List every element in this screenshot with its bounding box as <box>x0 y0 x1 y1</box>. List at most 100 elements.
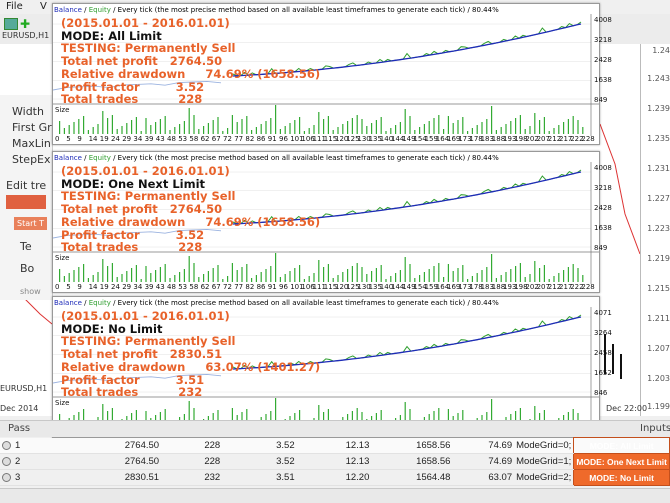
inputs-column-header[interactable]: Inputs <box>640 423 670 434</box>
cell-trades: 232 <box>161 469 223 486</box>
volume-bar <box>399 122 401 134</box>
bg-red-button[interactable] <box>6 195 46 209</box>
volume-bar <box>159 267 161 282</box>
volume-bar <box>481 122 483 134</box>
volume-bar <box>222 279 224 282</box>
x-tick-label: 91 <box>267 135 277 143</box>
summary-drawdown: Relative drawdown 74.69% (1658.56) <box>61 66 321 81</box>
y-tick-label: 2428 <box>594 204 612 212</box>
test-summary: (2015.01.01 - 2016.01.01) MODE: All Limit… <box>61 17 320 106</box>
table-row[interactable]: 2 2764.50 228 3.52 12.13 1658.56 74.69 ModeGrid… <box>0 453 670 470</box>
volume-bar <box>563 122 565 134</box>
volume-bar <box>174 275 176 282</box>
volume-bar <box>539 268 541 282</box>
volume-bar <box>135 117 137 134</box>
volume-bar <box>251 130 253 134</box>
bg-label[interactable]: Bo <box>20 262 34 275</box>
volume-bar <box>198 129 200 134</box>
pass-column-header[interactable]: Pass <box>8 423 30 434</box>
volume-bar <box>582 127 584 134</box>
table-row[interactable]: 1 2764.50 228 3.52 12.13 1658.56 74.69 ModeGrid… <box>0 437 670 454</box>
y-tick-label: 4008 <box>594 164 612 172</box>
volume-bar <box>294 120 296 134</box>
test-summary: (2015.01.01 - 2016.01.01) MODE: One Next … <box>61 165 320 254</box>
menu-file[interactable]: File <box>6 1 23 12</box>
results-table: 1 2764.50 228 3.52 12.13 1658.56 74.69 ModeGrid… <box>0 437 670 486</box>
volume-bar <box>481 270 483 282</box>
menu-view[interactable]: V <box>40 1 47 12</box>
volume-bar <box>145 266 147 282</box>
bottom-chart-tab[interactable]: EURUSD,H1 <box>0 384 47 393</box>
x-tick-label: 43 <box>155 135 165 143</box>
volume-bar <box>270 266 272 282</box>
volume-bar <box>572 116 574 134</box>
volume-bar <box>164 264 166 282</box>
volume-bar <box>183 269 185 282</box>
cell-pf: 3.51 <box>222 469 297 486</box>
volume-bar <box>351 266 353 282</box>
volume-bar <box>529 126 531 134</box>
volume-bar <box>351 118 353 134</box>
volume-bar <box>323 267 325 282</box>
mode-button[interactable]: MODE: All Limit <box>573 437 670 454</box>
add-icon[interactable]: ✚ <box>20 17 30 31</box>
size-label: Size <box>55 254 70 262</box>
summary-net-profit: Total net profit 2764.50 <box>61 202 223 217</box>
volume-bar <box>332 130 334 134</box>
x-tick-label: 72 <box>223 283 232 291</box>
new-chart-icon[interactable] <box>4 18 18 30</box>
x-tick-label: 96 <box>279 135 288 143</box>
volume-bar <box>327 264 329 282</box>
volume-bar <box>102 259 104 282</box>
y-tick-label: 1638 <box>594 76 612 84</box>
mode-button[interactable]: MODE: One Next Limit <box>573 453 670 470</box>
x-tick-label: 62 <box>200 135 210 143</box>
volume-bar <box>255 275 257 282</box>
volume-bar <box>356 263 358 282</box>
volume-bar <box>471 128 473 134</box>
cell-payoff: 12.20 <box>296 469 372 486</box>
volume-bar <box>438 263 440 282</box>
volume-bar <box>404 109 406 134</box>
x-tick-label: 19 <box>99 135 109 143</box>
x-tick-label: 86 <box>256 283 266 291</box>
cell-dd-abs: 1658.56 <box>371 453 453 470</box>
pass-number: 3 <box>15 472 21 483</box>
volume-bar <box>491 106 493 134</box>
report-panel: Balance / Equity / Every tick (the most … <box>52 296 612 438</box>
mode-button[interactable]: MODE: No Limit <box>573 469 670 486</box>
symbol-tab[interactable]: EURUSD,H1 <box>2 31 49 40</box>
volume-bar <box>323 119 325 134</box>
report-panel: Balance / Equity / Every tick (the most … <box>52 3 612 145</box>
bg-label[interactable]: Edit tre <box>6 179 46 192</box>
pass-number: 1 <box>15 439 21 451</box>
test-summary: (2015.01.01 - 2016.01.01) MODE: No Limit T… <box>61 310 320 399</box>
x-tick-label: 14 <box>88 135 98 143</box>
volume-bar <box>543 265 545 282</box>
price-tick: 1.227 <box>647 194 670 203</box>
bg-label[interactable]: show <box>20 287 41 296</box>
y-tick-label: 3218 <box>594 184 612 192</box>
input-cell: ModeGrid=2; <box>514 469 574 486</box>
volume-bar <box>203 126 205 134</box>
background-candle <box>620 354 622 379</box>
table-row[interactable]: 3 2830.51 232 3.51 12.20 1564.48 63.07 ModeGrid… <box>0 469 670 486</box>
y-tick-label: 4008 <box>594 16 612 24</box>
price-tick: 1.243 <box>647 74 670 83</box>
cell-pf: 3.52 <box>222 437 297 454</box>
x-tick-label: 82 <box>245 283 255 291</box>
volume-bar <box>337 127 339 134</box>
x-tick-label: 9 <box>77 135 82 143</box>
volume-bar <box>111 263 113 282</box>
x-tick-label: 72 <box>223 135 232 143</box>
bg-start-button[interactable]: Start T <box>14 217 47 230</box>
input-cell: ModeGrid=1; <box>514 453 574 470</box>
summary-total-trades: Total trades 228 <box>61 92 203 107</box>
volume-bar <box>548 131 550 134</box>
volume-bar <box>572 264 574 282</box>
size-label: Size <box>55 106 70 114</box>
volume-bar <box>63 128 65 134</box>
volume-bar <box>567 119 569 134</box>
bg-label[interactable]: Te <box>20 240 32 253</box>
volume-bar <box>380 265 382 282</box>
